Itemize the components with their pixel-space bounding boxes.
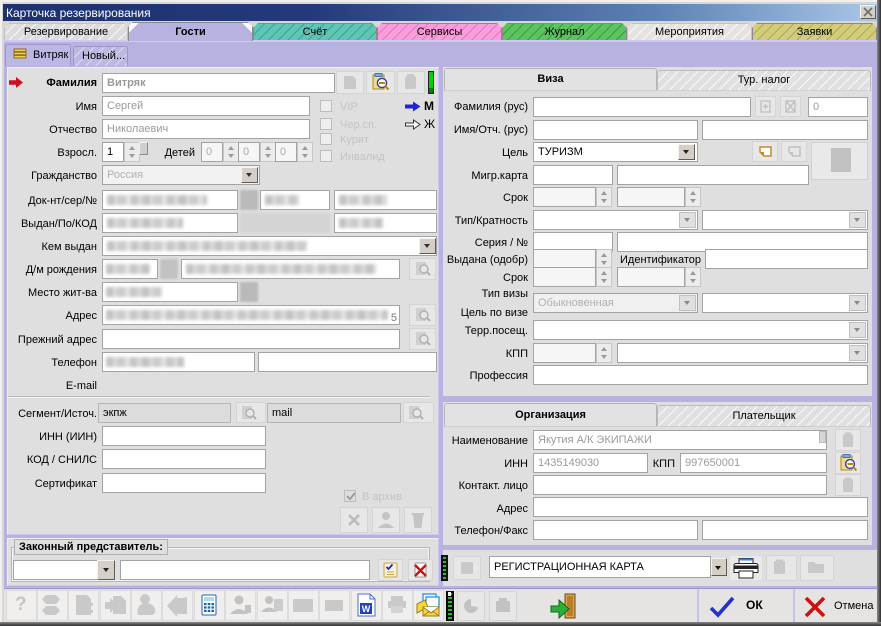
svg-text:W: W (362, 604, 371, 614)
